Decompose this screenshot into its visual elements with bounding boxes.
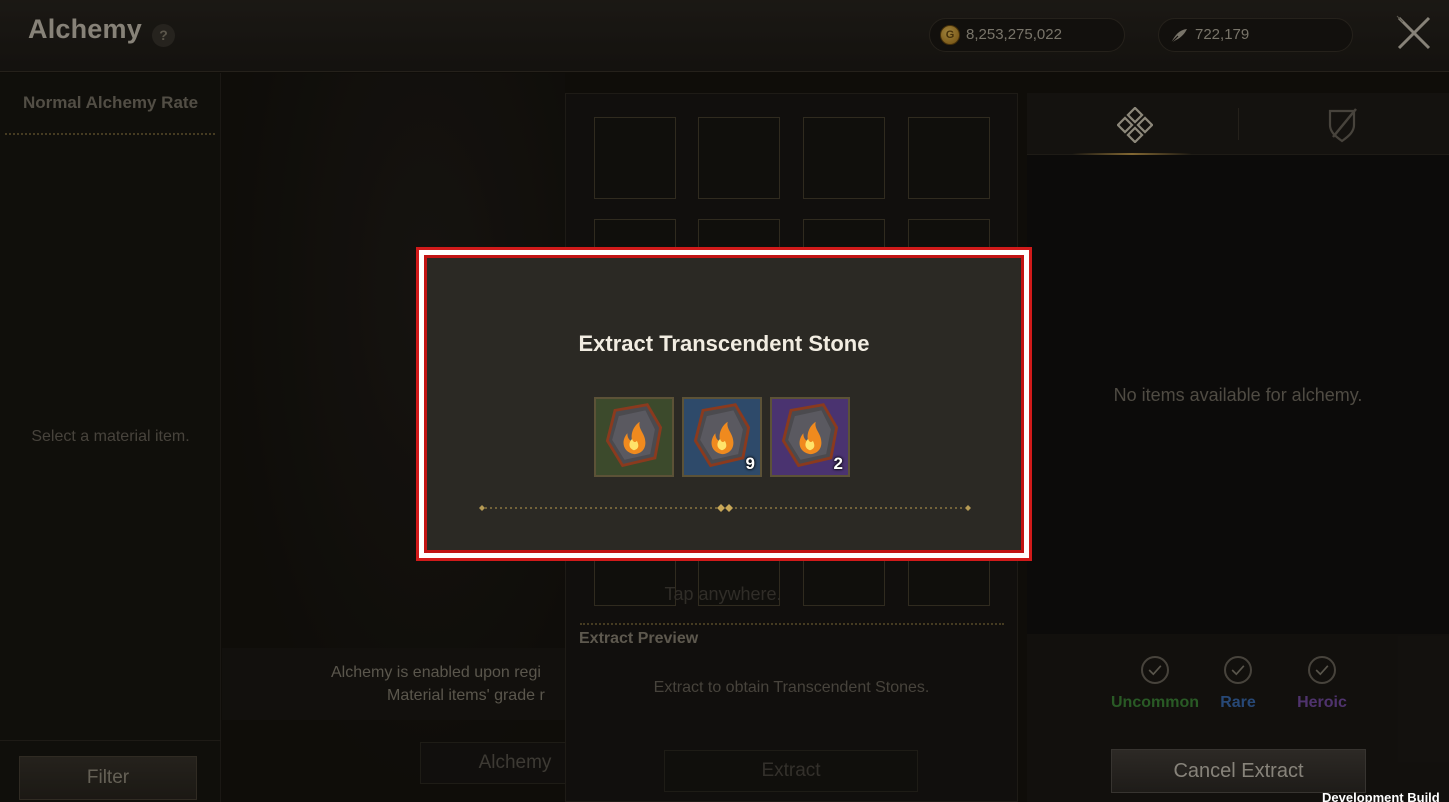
- stone-quantity: 9: [745, 454, 755, 473]
- ornamental-divider: [479, 504, 971, 512]
- fire-stone-icon: [605, 403, 663, 468]
- transcendent-stone-heroic[interactable]: 2: [770, 397, 850, 477]
- development-build-label: Development Build: [1322, 790, 1440, 802]
- extract-result-modal: Extract Transcendent Stone 9 2: [419, 250, 1029, 558]
- transcendent-stone-uncommon[interactable]: [594, 397, 674, 477]
- stone-quantity: 2: [833, 454, 843, 473]
- transcendent-stone-rare[interactable]: 9: [682, 397, 762, 477]
- modal-title: Extract Transcendent Stone: [578, 331, 870, 356]
